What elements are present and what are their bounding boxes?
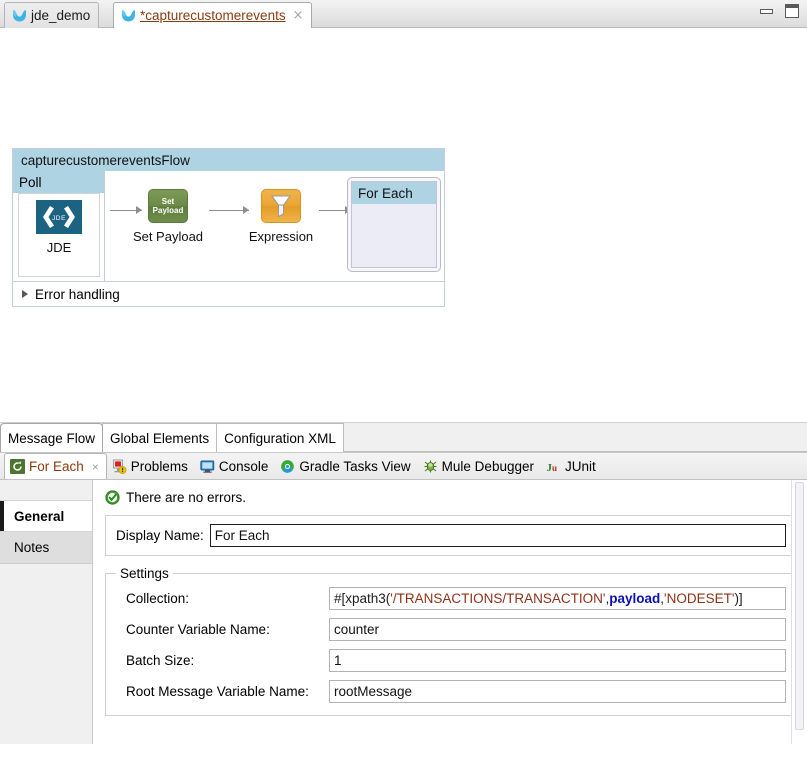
settings-legend: Settings <box>120 566 169 581</box>
editor-tab-capturecustomerevents[interactable]: *capturecustomerevents × <box>113 2 313 28</box>
view-tab-label: Console <box>218 458 269 474</box>
editor-tab-jde-demo[interactable]: jde_demo <box>4 2 100 28</box>
status-message: There are no errors. <box>105 490 807 505</box>
tab-global-elements[interactable]: Global Elements <box>102 423 218 452</box>
root-message-variable-input[interactable]: rootMessage <box>329 680 786 703</box>
minimize-icon[interactable] <box>760 8 773 14</box>
properties-content: There are no errors. Display Name: For E… <box>93 480 807 744</box>
status-text: There are no errors. <box>126 490 247 505</box>
scope-body[interactable]: For Each <box>351 181 437 268</box>
success-check-icon <box>105 490 120 505</box>
settings-group: Settings Collection: #[xpath3('/TRANSACT… <box>105 566 797 716</box>
scope-header-label: For Each <box>352 182 436 204</box>
tab-label: Global Elements <box>110 430 210 446</box>
expression-filter-icon <box>261 189 301 223</box>
mule-debugger-icon <box>423 459 438 474</box>
error-handling-label: Error handling <box>35 286 120 302</box>
tab-label: Message Flow <box>8 430 96 446</box>
collection-label: Collection: <box>126 591 190 606</box>
properties-tab-label: General <box>14 508 65 524</box>
processor-set-payload[interactable]: Set Payload Set Payload <box>126 189 210 244</box>
counter-variable-input[interactable]: counter <box>329 618 786 641</box>
view-tab-mule-debugger[interactable]: Mule Debugger <box>418 454 541 479</box>
window-controls <box>760 4 799 18</box>
mule-icon <box>121 9 136 23</box>
poll-source-node[interactable]: JDE JDE <box>18 193 100 277</box>
properties-tab-label: Notes <box>14 540 50 555</box>
maximize-icon[interactable] <box>785 4 799 18</box>
close-icon[interactable]: × <box>92 460 99 474</box>
view-tab-bar: For Each × Problems Console Gradle Tasks… <box>0 453 807 480</box>
svg-text:u: u <box>552 463 557 473</box>
editor-tab-bar: jde_demo *capturecustomerevents × <box>0 0 807 28</box>
view-tab-for-each[interactable]: For Each × <box>4 453 107 479</box>
view-tab-label: For Each <box>29 459 84 474</box>
poll-header: Poll <box>13 171 104 193</box>
mule-icon <box>12 9 27 23</box>
set-payload-icon-line1: Set <box>161 197 175 206</box>
collapsed-triangle-icon[interactable] <box>22 290 28 298</box>
flow-body: Poll JDE JDE Set Payload Set Payload Exp… <box>13 171 444 281</box>
display-name-group: Display Name: For Each <box>105 515 797 556</box>
set-payload-icon: Set Payload <box>148 189 188 223</box>
flow-name-header: capturecustomereventsFlow <box>13 149 444 171</box>
gradle-icon <box>280 459 295 474</box>
display-name-label: Display Name: <box>116 528 204 543</box>
properties-side-tabs: General Notes <box>0 480 93 744</box>
subtab-filler <box>342 423 807 452</box>
tab-label: Configuration XML <box>224 430 336 446</box>
view-tab-label: Gradle Tasks View <box>299 458 411 474</box>
tab-message-flow[interactable]: Message Flow <box>0 423 104 452</box>
console-icon <box>200 459 215 474</box>
display-name-input[interactable]: For Each <box>209 524 786 547</box>
close-icon[interactable]: × <box>293 9 304 22</box>
properties-vertical-scrollbar[interactable] <box>791 480 807 744</box>
expr-seg-6: )] <box>734 591 743 606</box>
flow-source-cell[interactable]: Poll JDE JDE <box>13 171 105 281</box>
batch-size-input[interactable]: 1 <box>329 649 786 672</box>
properties-panel: General Notes There are no errors. Displ… <box>0 480 807 744</box>
properties-tab-notes[interactable]: Notes <box>0 532 92 564</box>
view-tab-problems[interactable]: Problems <box>107 454 195 479</box>
processor-label: Expression <box>248 229 314 244</box>
collection-input[interactable]: #[xpath3('/TRANSACTIONS/TRANSACTION', pay… <box>329 587 786 610</box>
batch-size-label: Batch Size: <box>126 653 195 668</box>
counter-variable-label: Counter Variable Name: <box>126 622 270 637</box>
processor-label: Set Payload <box>132 229 204 244</box>
editor-tab-label: *capturecustomerevents <box>140 8 286 23</box>
view-tab-label: Problems <box>130 458 188 474</box>
expr-seg-1: '/TRANSACTIONS/TRANSACTION' <box>390 591 606 606</box>
field-counter-variable-name: Counter Variable Name: counter <box>116 618 786 641</box>
processor-expression[interactable]: Expression <box>239 189 323 244</box>
view-tab-console[interactable]: Console <box>195 454 276 479</box>
field-collection: Collection: #[xpath3('/TRANSACTIONS/TRAN… <box>116 587 786 610</box>
flow-container[interactable]: capturecustomereventsFlow Poll JDE JDE S… <box>12 148 445 307</box>
foreach-loop-icon <box>10 459 25 474</box>
scope-for-each[interactable]: For Each <box>347 177 441 272</box>
view-tab-label: JUnit <box>564 458 596 474</box>
view-tab-label: Mule Debugger <box>441 458 534 474</box>
editor-subtab-bar: Message Flow Global Elements Configurati… <box>0 423 807 453</box>
view-tab-gradle-tasks[interactable]: Gradle Tasks View <box>275 454 417 479</box>
flow-canvas[interactable]: capturecustomereventsFlow Poll JDE JDE S… <box>0 28 807 423</box>
view-tab-junit[interactable]: J u JUnit <box>541 454 603 479</box>
jde-icon: JDE <box>36 200 82 234</box>
error-handling-section[interactable]: Error handling <box>13 281 444 306</box>
scrollbar-thumb[interactable] <box>795 482 804 730</box>
expr-seg-5: 'NODESET' <box>664 591 735 606</box>
set-payload-icon-line2: Payload <box>152 206 184 215</box>
editor-tab-label: jde_demo <box>31 8 91 23</box>
root-message-variable-label: Root Message Variable Name: <box>126 684 309 699</box>
tab-configuration-xml[interactable]: Configuration XML <box>216 423 344 452</box>
expr-seg-3: payload <box>609 591 661 606</box>
svg-text:JDE: JDE <box>52 215 66 222</box>
field-batch-size: Batch Size: 1 <box>116 649 786 672</box>
properties-tab-general[interactable]: General <box>0 500 92 532</box>
field-root-message-variable-name: Root Message Variable Name: rootMessage <box>116 680 786 703</box>
expr-seg-0: #[xpath3( <box>334 591 391 606</box>
source-node-label: JDE <box>46 240 72 255</box>
junit-icon: J u <box>546 459 561 474</box>
problems-icon <box>112 459 127 474</box>
